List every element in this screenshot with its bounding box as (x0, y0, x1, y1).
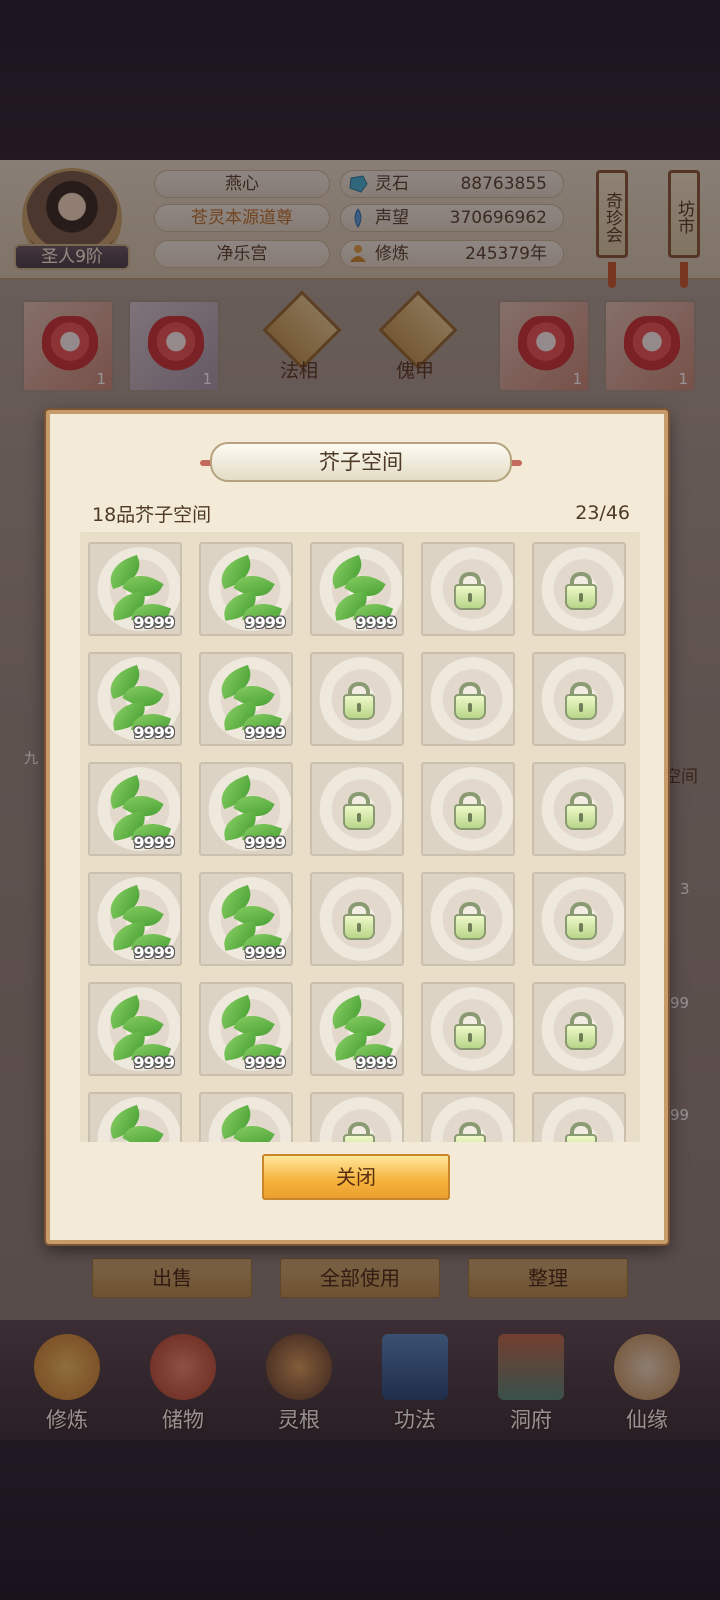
lock-icon (534, 654, 624, 744)
lock-icon (423, 1094, 513, 1142)
herb-item-slot[interactable]: 9999 (88, 1092, 182, 1142)
item-quantity: 9999 (244, 833, 286, 852)
item-grid[interactable]: 9999 9999 9999 9999 9999 9999 9999 9999 9999 9999… (80, 532, 640, 1142)
lock-icon (534, 544, 624, 634)
locked-slot[interactable] (310, 652, 404, 746)
item-quantity: 9999 (133, 723, 175, 742)
herb-item-slot[interactable]: 9999 (199, 872, 293, 966)
lock-icon (312, 874, 402, 964)
herb-item-slot[interactable]: 9999 (199, 982, 293, 1076)
locked-slot[interactable] (532, 982, 626, 1076)
locked-slot[interactable] (421, 542, 515, 636)
item-quantity: 9999 (133, 1053, 175, 1072)
locked-slot[interactable] (421, 652, 515, 746)
item-quantity: 9999 (355, 613, 397, 632)
item-quantity: 9999 (244, 943, 286, 962)
lock-icon (423, 764, 513, 854)
item-quantity: 9999 (244, 723, 286, 742)
locked-slot[interactable] (532, 762, 626, 856)
herb-item-slot[interactable]: 9999 (88, 872, 182, 966)
lock-icon (534, 1094, 624, 1142)
item-quantity: 9999 (244, 613, 286, 632)
herb-item-slot[interactable]: 9999 (199, 1092, 293, 1142)
lock-icon (312, 1094, 402, 1142)
locked-slot[interactable] (532, 1092, 626, 1142)
herb-item-slot[interactable]: 9999 (199, 652, 293, 746)
space-grade-label: 18品芥子空间 (92, 504, 212, 526)
herb-icon (90, 1094, 180, 1142)
lock-icon (423, 874, 513, 964)
locked-slot[interactable] (310, 872, 404, 966)
lock-icon (423, 544, 513, 634)
locked-slot[interactable] (310, 762, 404, 856)
locked-slot[interactable] (421, 982, 515, 1076)
lock-icon (423, 984, 513, 1074)
item-quantity: 9999 (355, 1053, 397, 1072)
locked-slot[interactable] (532, 652, 626, 746)
capacity-counter: 23/46 (575, 502, 630, 524)
locked-slot[interactable] (532, 542, 626, 636)
item-quantity: 9999 (133, 613, 175, 632)
lock-icon (423, 654, 513, 744)
herb-item-slot[interactable]: 9999 (310, 982, 404, 1076)
herb-item-slot[interactable]: 9999 (88, 762, 182, 856)
locked-slot[interactable] (532, 872, 626, 966)
herb-item-slot[interactable]: 9999 (88, 982, 182, 1076)
lock-icon (534, 764, 624, 854)
herb-item-slot[interactable]: 9999 (88, 652, 182, 746)
herb-item-slot[interactable]: 9999 (310, 542, 404, 636)
lock-icon (534, 874, 624, 964)
locked-slot[interactable] (421, 1092, 515, 1142)
dialog-title: 芥子空间 (210, 442, 512, 482)
lock-icon (534, 984, 624, 1074)
herb-item-slot[interactable]: 9999 (199, 542, 293, 636)
lock-icon (312, 654, 402, 744)
locked-slot[interactable] (310, 1092, 404, 1142)
item-quantity: 9999 (244, 1053, 286, 1072)
item-quantity: 9999 (133, 833, 175, 852)
locked-slot[interactable] (421, 872, 515, 966)
herb-item-slot[interactable]: 9999 (199, 762, 293, 856)
herb-item-slot[interactable]: 9999 (88, 542, 182, 636)
close-button[interactable]: 关闭 (262, 1154, 450, 1200)
lock-icon (312, 764, 402, 854)
item-quantity: 9999 (133, 943, 175, 962)
herb-icon (201, 1094, 291, 1142)
storage-space-dialog: 芥子空间 18品芥子空间 23/46 9999 9999 9999 9999 9999 9… (46, 410, 668, 1244)
locked-slot[interactable] (421, 762, 515, 856)
